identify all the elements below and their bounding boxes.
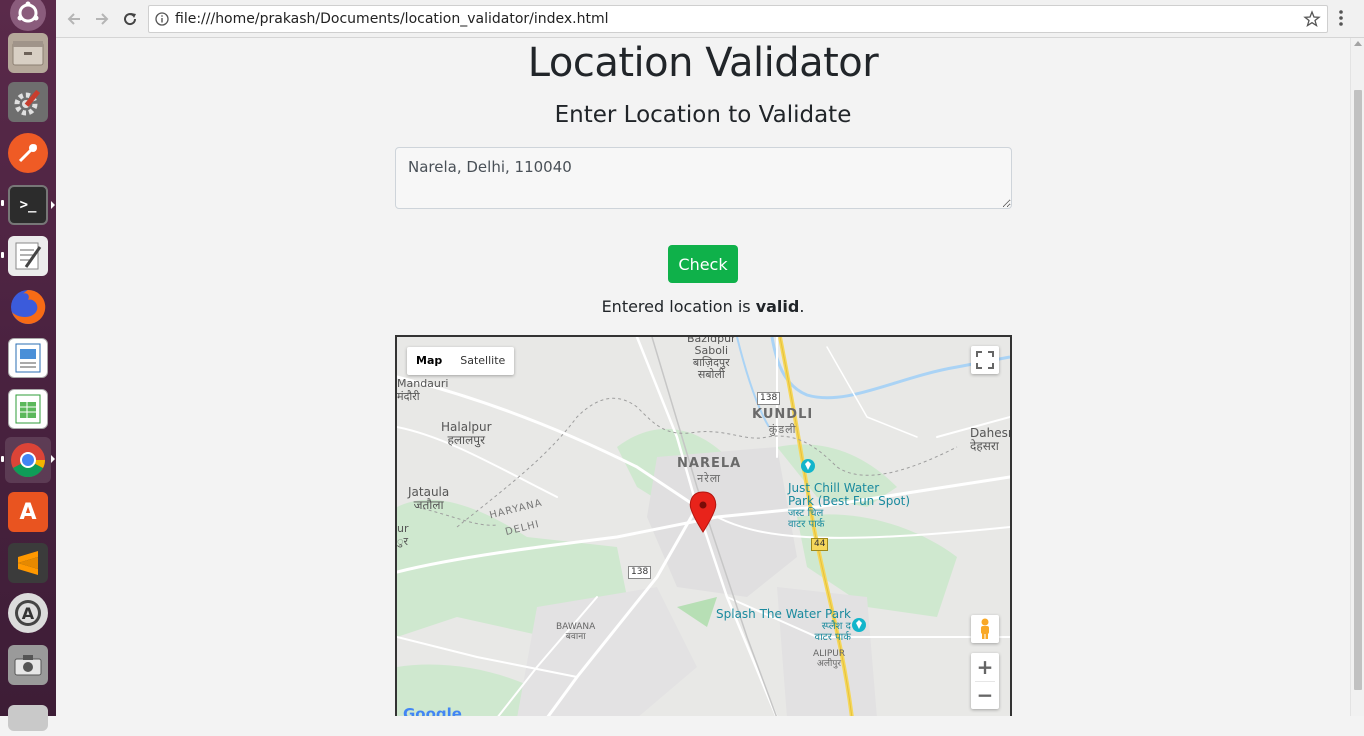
browser-window: file:///home/prakash/Documents/location_… bbox=[56, 0, 1364, 716]
place-mandauri: Mandauri मंदौरी bbox=[397, 377, 449, 403]
page-viewport: Location Validator Enter Location to Val… bbox=[56, 38, 1350, 716]
launcher: >_ A A bbox=[0, 0, 56, 731]
zoom-out-button[interactable]: − bbox=[971, 681, 999, 709]
page-title: Location Validator bbox=[527, 40, 879, 86]
active-indicator bbox=[51, 455, 55, 463]
settings-icon[interactable] bbox=[5, 79, 51, 125]
result-suffix: . bbox=[799, 297, 805, 316]
map-canvas[interactable] bbox=[397, 337, 1010, 716]
software-updater-icon[interactable]: A bbox=[5, 590, 51, 636]
zoom-in-button[interactable]: + bbox=[971, 653, 999, 681]
scroll-up-arrow-icon[interactable] bbox=[1354, 41, 1362, 46]
place-bazidpur: Bazidpur Saboli बाज़िदपुर सबोली bbox=[687, 335, 736, 381]
road-shield-138: 138 bbox=[628, 566, 652, 579]
sublime-icon[interactable] bbox=[5, 540, 51, 586]
reload-button[interactable] bbox=[118, 7, 142, 31]
result-status: valid bbox=[755, 297, 800, 316]
place-narela: NARELA नरेला bbox=[677, 456, 742, 485]
zoom-control: + − bbox=[971, 653, 999, 709]
url-text[interactable]: file:///home/prakash/Documents/location_… bbox=[175, 11, 609, 27]
place-ur: urुर bbox=[397, 522, 409, 548]
scrollbar-thumb[interactable] bbox=[1354, 90, 1362, 690]
location-input[interactable] bbox=[395, 147, 1012, 209]
pegman-icon bbox=[981, 618, 989, 639]
screenshot-icon[interactable] bbox=[5, 642, 51, 688]
map-type-control: Map Satellite bbox=[407, 347, 515, 375]
browser-menu-icon[interactable] bbox=[1338, 9, 1344, 32]
place-bawana: BAWANA बवाना bbox=[556, 622, 596, 642]
place-jataula: Jataula जतौला bbox=[408, 485, 450, 512]
map-type-map-button[interactable]: Map bbox=[407, 347, 451, 375]
running-indicator bbox=[1, 200, 4, 206]
google-logo: Google bbox=[403, 705, 462, 716]
address-bar[interactable]: file:///home/prakash/Documents/location_… bbox=[148, 5, 1328, 33]
chrome-icon[interactable] bbox=[5, 437, 51, 483]
page-scrollbar[interactable] bbox=[1350, 38, 1364, 716]
place-dahesra: Dahesr देहसरा bbox=[970, 426, 1012, 453]
trash-icon[interactable] bbox=[5, 690, 51, 736]
firefox-icon[interactable] bbox=[5, 284, 51, 330]
zoom-divider bbox=[975, 681, 995, 682]
place-alipur: ALIPUR अलीपुर bbox=[813, 649, 846, 669]
info-icon[interactable] bbox=[155, 12, 169, 31]
water-park-icon[interactable] bbox=[801, 459, 815, 473]
map-type-satellite-button[interactable]: Satellite bbox=[451, 347, 514, 375]
poi-splash[interactable]: Splash The Water Park स्प्लैश द वाटर पार्क bbox=[716, 608, 851, 644]
svg-text:A: A bbox=[22, 604, 35, 623]
check-button[interactable]: Check bbox=[668, 245, 738, 283]
running-indicator bbox=[1, 252, 4, 258]
water-park-icon[interactable] bbox=[852, 618, 866, 632]
browser-toolbar: file:///home/prakash/Documents/location_… bbox=[56, 0, 1364, 38]
place-halalpur: Halalpur हलालपुर bbox=[441, 420, 492, 447]
calc-icon[interactable] bbox=[5, 386, 51, 432]
street-view-button[interactable] bbox=[971, 615, 999, 643]
google-map[interactable]: 138 138 44 Bazidpur Saboli बाज़िदपुर सबोली … bbox=[395, 335, 1012, 716]
forward-button[interactable] bbox=[90, 7, 114, 31]
fullscreen-button[interactable] bbox=[971, 346, 999, 374]
road-shield-44: 44 bbox=[811, 538, 829, 551]
running-indicator bbox=[1, 456, 4, 462]
software-center-icon[interactable]: A bbox=[5, 489, 51, 535]
page-subtitle: Enter Location to Validate bbox=[554, 102, 852, 128]
postman-icon[interactable] bbox=[5, 130, 51, 176]
place-kundli: KUNDLI कुंडली bbox=[752, 407, 814, 436]
back-button[interactable] bbox=[62, 7, 86, 31]
poi-just-chill[interactable]: Just Chill Water Park (Best Fun Spot) जस्ट… bbox=[788, 482, 910, 531]
active-indicator bbox=[51, 201, 55, 209]
validation-result: Entered location is valid. bbox=[56, 297, 1350, 316]
fullscreen-icon bbox=[976, 351, 994, 369]
bookmark-star-icon[interactable] bbox=[1303, 10, 1321, 33]
files-icon[interactable] bbox=[5, 30, 51, 76]
road-shield-138: 138 bbox=[757, 392, 781, 405]
writer-icon[interactable] bbox=[5, 335, 51, 381]
terminal-icon[interactable]: >_ bbox=[5, 182, 51, 228]
text-editor-icon[interactable] bbox=[5, 233, 51, 279]
result-prefix: Entered location is bbox=[601, 297, 756, 316]
